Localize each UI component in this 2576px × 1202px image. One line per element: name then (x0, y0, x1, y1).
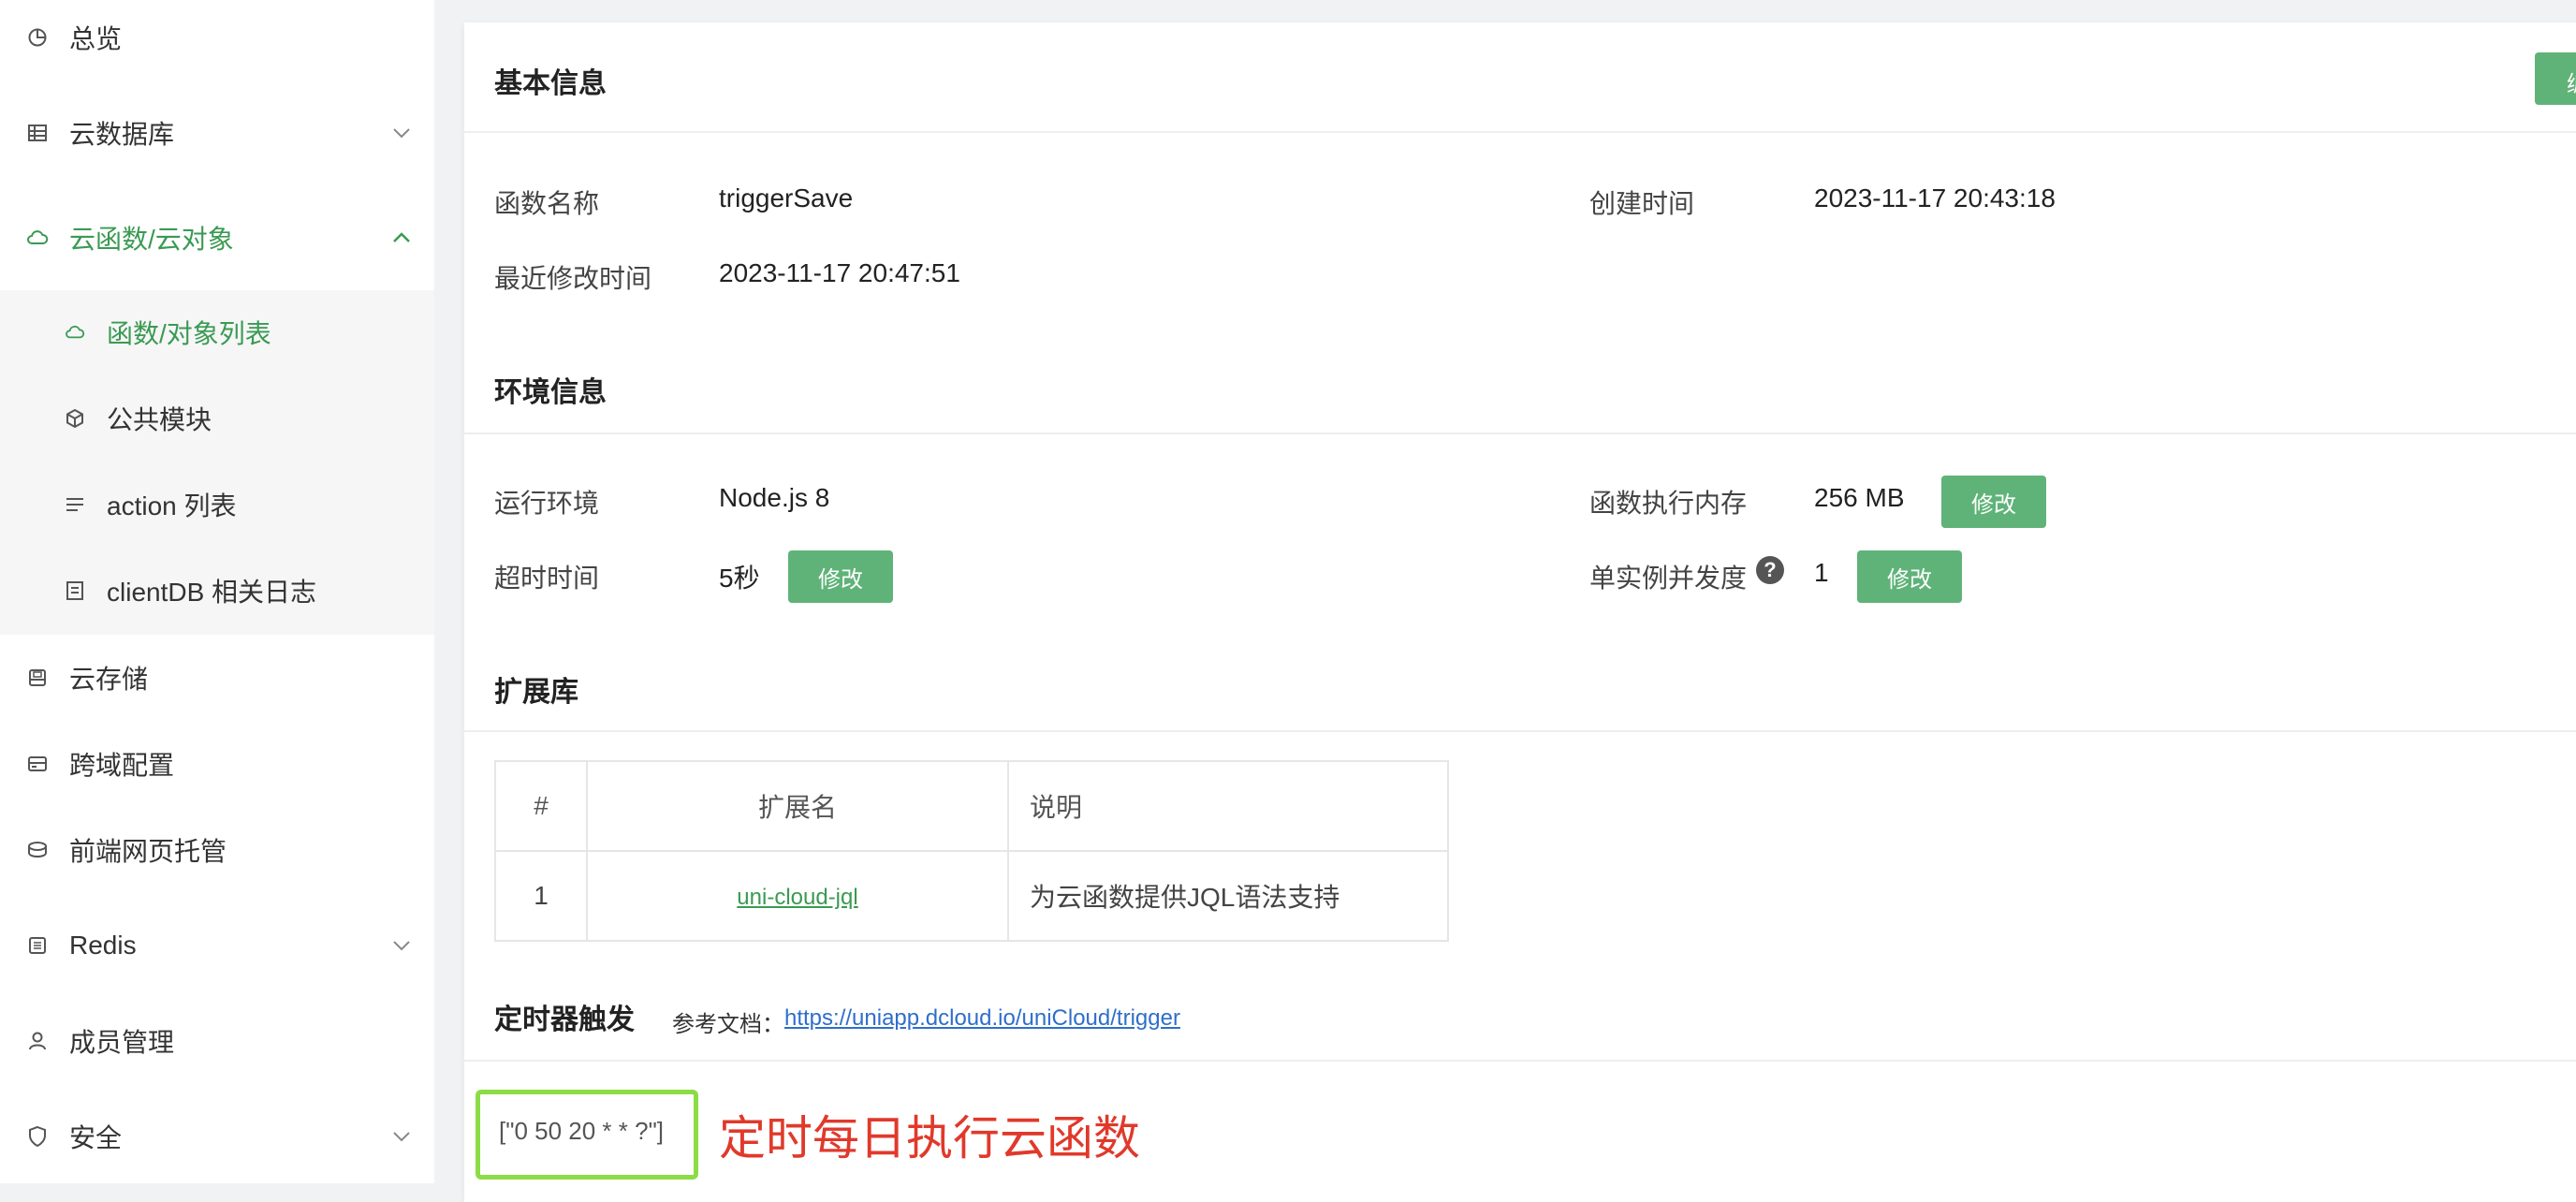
runtime-label: 运行环境 (494, 489, 600, 518)
sidebar-subitem-label: clientDB 相关日志 (107, 578, 317, 607)
sidebar-item-label: 云函数/云对象 (69, 225, 234, 254)
pie-chart-icon (26, 26, 49, 49)
storage-icon (26, 667, 49, 689)
modify-timeout-button[interactable]: 修改 (788, 550, 893, 603)
divider (464, 432, 2576, 434)
sidebar-item-label: 跨域配置 (69, 751, 175, 780)
func-name-label: 函数名称 (494, 189, 600, 218)
help-icon[interactable]: ? (1756, 556, 1784, 584)
chevron-up-icon (393, 232, 410, 242)
edit-button-label: 编 (2567, 66, 2576, 98)
sidebar-item-cors[interactable]: 跨域配置 (0, 721, 434, 807)
sidebar-item-label: 总览 (69, 24, 123, 53)
sidebar-item-label: 安全 (69, 1123, 123, 1152)
annotation-text: 定时每日执行云函数 (719, 1112, 1140, 1165)
web-hosting-icon (26, 839, 49, 861)
sidebar-subitem-label: 公共模块 (107, 405, 212, 434)
doc-link[interactable]: https://uniapp.dcloud.io/uniCloud/trigge… (784, 1005, 1180, 1032)
section-title-ext: 扩展库 (494, 677, 578, 708)
sidebar-subitem-label: action 列表 (107, 491, 237, 520)
sidebar-subitem-common-modules[interactable]: 公共模块 (0, 376, 434, 461)
list-icon (64, 493, 86, 516)
sidebar-item-label: 云数据库 (69, 120, 175, 149)
cube-icon (64, 407, 86, 430)
sidebar-subitem-function-list[interactable]: 函数/对象列表 (0, 290, 434, 374)
sidebar-item-label: 云存储 (69, 665, 149, 694)
redis-icon (26, 934, 49, 957)
row-desc: 为云函数提供JQL语法支持 (1007, 850, 1449, 942)
created-label: 创建时间 (1589, 189, 1695, 218)
table-header-row: # 扩展名 说明 (494, 760, 1449, 852)
sidebar-subitem-action-list[interactable]: action 列表 (0, 462, 434, 547)
divider (464, 131, 2576, 133)
cloud-icon (26, 227, 49, 249)
column-header-desc: 说明 (1007, 760, 1449, 852)
database-icon (26, 122, 49, 144)
modify-concurrency-button[interactable]: 修改 (1857, 550, 1962, 603)
cron-highlight-box: ["0 50 20 * * ?"] (476, 1090, 698, 1180)
doc-label: 参考文档： (672, 1012, 784, 1037)
sidebar-item-storage[interactable]: 云存储 (0, 635, 434, 721)
sidebar-item-cloud-functions[interactable]: 云函数/云对象 (0, 195, 434, 281)
concurrency-label: 单实例并发度 (1589, 564, 1748, 593)
shield-icon (26, 1125, 49, 1148)
created-value: 2023-11-17 20:43:18 (1814, 183, 2056, 213)
sidebar-item-overview[interactable]: 总览 (0, 0, 434, 81)
log-icon (64, 579, 86, 602)
sidebar-item-label: Redis (69, 931, 137, 960)
sidebar-item-members[interactable]: 成员管理 (0, 998, 434, 1084)
cloud-icon (64, 321, 86, 344)
memory-label: 函数执行内存 (1589, 489, 1748, 518)
runtime-value: Node.js 8 (719, 483, 830, 512)
row-name-cell: uni-cloud-jql (586, 850, 1009, 942)
sidebar-item-database[interactable]: 云数据库 (0, 90, 434, 176)
sidebar-item-label: 前端网页托管 (69, 837, 227, 866)
memory-value: 256 MB (1814, 483, 1905, 512)
divider (464, 730, 2576, 732)
section-title-timer: 定时器触发 (494, 1004, 635, 1035)
modified-value: 2023-11-17 20:47:51 (719, 258, 960, 287)
sidebar-item-label: 成员管理 (69, 1028, 175, 1057)
modified-label: 最近修改时间 (494, 264, 652, 293)
sidebar-item-redis[interactable]: Redis (0, 902, 434, 989)
user-icon (26, 1030, 49, 1052)
edit-button[interactable]: 编 (2535, 52, 2576, 105)
sidebar: 总览 云数据库 云函数/云对象 函数/对象列表 公共模块 action 列表 c… (0, 0, 434, 1183)
table-row: 1 uni-cloud-jql 为云函数提供JQL语法支持 (494, 850, 1449, 942)
chevron-down-icon (393, 128, 410, 139)
sidebar-item-web-hosting[interactable]: 前端网页托管 (0, 807, 434, 893)
timeout-value: 5秒 (719, 564, 760, 593)
column-header-index: # (494, 760, 588, 852)
divider (464, 1060, 2576, 1062)
extension-table: # 扩展名 说明 1 uni-cloud-jql 为云函数提供JQL语法支持 (494, 760, 1449, 942)
cron-expression[interactable]: ["0 50 20 * * ?"] (499, 1117, 664, 1146)
section-title-basic: 基本信息 (494, 68, 607, 99)
chevron-down-icon (393, 941, 410, 951)
func-name-value: triggerSave (719, 183, 854, 213)
extension-link[interactable]: uni-cloud-jql (737, 885, 857, 910)
function-detail-card: 基本信息 编 函数名称 triggerSave 创建时间 2023-11-17 … (464, 22, 2576, 1202)
sidebar-submenu: 函数/对象列表 公共模块 action 列表 clientDB 相关日志 (0, 290, 434, 635)
card-icon (26, 753, 49, 775)
modify-memory-button[interactable]: 修改 (1941, 476, 2046, 528)
chevron-down-icon (393, 1132, 410, 1142)
sidebar-subitem-clientdb-logs[interactable]: clientDB 相关日志 (0, 549, 434, 633)
sidebar-subitem-label: 函数/对象列表 (107, 319, 271, 348)
sidebar-item-security[interactable]: 安全 (0, 1093, 434, 1180)
row-index: 1 (494, 850, 588, 942)
section-title-env: 环境信息 (494, 377, 607, 408)
timeout-label: 超时时间 (494, 564, 600, 593)
concurrency-value: 1 (1814, 558, 1829, 587)
column-header-name: 扩展名 (586, 760, 1009, 852)
